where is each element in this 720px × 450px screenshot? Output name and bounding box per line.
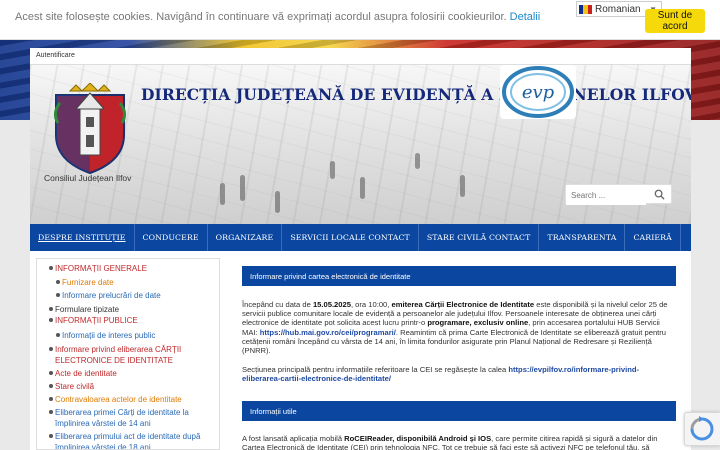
cookie-details-link[interactable]: Detalii <box>510 11 541 23</box>
decorative-figure <box>220 183 225 205</box>
sidebar-item-primul-act-18[interactable]: Eliberarea primului act de identitate du… <box>49 431 219 449</box>
date-text: 15.05.2025 <box>312 300 351 309</box>
paragraph-cei-section: Secțiunea principală pentru informațiile… <box>242 365 676 383</box>
paragraph-cei-info: Începând cu data de 15.05.2025, ora 10:0… <box>242 300 676 355</box>
decorative-figure <box>275 191 280 213</box>
evp-logo-icon: evp <box>502 66 574 118</box>
paragraph-roceireader: A fost lansată aplicația mobilă RoCEIRea… <box>242 434 676 450</box>
recaptcha-icon <box>690 416 714 441</box>
logo-text: evp <box>522 82 555 103</box>
sidebar-item-informatii-interes-public[interactable]: Informații de interes public <box>56 330 219 341</box>
sidebar-item-formulare-tipizate[interactable]: Formulare tipizate <box>49 304 219 315</box>
login-link[interactable]: Autentificare <box>36 52 75 59</box>
evp-logo[interactable]: evp <box>500 65 576 119</box>
county-crest-icon[interactable] <box>50 83 130 175</box>
hub-mai-link[interactable]: https://hub.mai.gov.ro/cei/programari/ <box>260 328 396 337</box>
bold-text: programare, exclusiv online <box>427 318 529 328</box>
romania-flag-icon <box>579 4 592 14</box>
site-header: Consiliul Județean Ilfov DIRECȚIA JUDEȚE… <box>30 65 691 224</box>
sidebar-item-informare-prelucrari[interactable]: Informare prelucrări de date <box>56 290 219 301</box>
text: , ora 10:00, <box>350 300 392 309</box>
search-input[interactable] <box>566 186 646 205</box>
sidebar-item-informatii-generale[interactable]: INFORMAȚII GENERALE <box>49 263 219 274</box>
nav-despre-institutie[interactable]: DESPRE INSTITUȚIE <box>30 224 135 251</box>
cookie-message: Acest site folosește cookies. Navigând î… <box>15 11 540 23</box>
sidebar-item-informare-cei[interactable]: Informare privind eliberarea CĂRȚII ELEC… <box>49 344 219 366</box>
text: Începând cu data de <box>242 300 313 309</box>
nav-organizare[interactable]: ORGANIZARE <box>208 224 283 251</box>
sidebar-item-contravaloare[interactable]: Contravaloarea actelor de identitate <box>49 394 219 405</box>
nav-conducere[interactable]: CONDUCERE <box>135 224 208 251</box>
sidebar-item-prima-carte-14[interactable]: Eliberarea primei Cărți de identitate la… <box>49 407 219 429</box>
decorative-figure <box>240 175 245 201</box>
language-label: Romanian <box>595 3 641 15</box>
main-content: Informare privind cartea electronică de … <box>242 266 676 450</box>
decorative-figure <box>330 161 335 179</box>
recaptcha-badge[interactable] <box>684 412 720 446</box>
cookie-text: Acest site folosește cookies. Navigând î… <box>15 11 507 23</box>
section-heading-cei: Informare privind cartea electronică de … <box>242 266 676 286</box>
decorative-figure <box>460 175 465 197</box>
cookie-agree-button[interactable]: Sunt de acord <box>645 9 705 33</box>
nav-transparenta[interactable]: TRANSPARENTA <box>539 224 626 251</box>
search-box <box>565 184 672 205</box>
sidebar-item-stare-civila[interactable]: Stare civilă <box>49 381 219 392</box>
sidebar-item-furnizare-date[interactable]: Furnizare date <box>56 277 219 288</box>
section-heading-info-utile: Informații utile <box>242 400 676 421</box>
nav-servicii-locale-contact[interactable]: SERVICII LOCALE CONTACT <box>282 224 419 251</box>
text: Secțiunea principală pentru informațiile… <box>242 365 509 375</box>
sidebar-item-informatii-publice[interactable]: INFORMAȚII PUBLICE <box>49 315 219 326</box>
page-container: Autentificare Consiliul Județean Ilfov D… <box>30 48 691 450</box>
crest-label: Consiliul Județean Ilfov <box>44 173 132 183</box>
nav-stare-civila-contact[interactable]: STARE CIVILĂ CONTACT <box>419 224 540 251</box>
decorative-figure <box>415 153 420 169</box>
sidebar-item-acte-identitate[interactable]: Acte de identitate <box>49 368 219 379</box>
sidebar-menu: INFORMAȚII GENERALE Furnizare date Infor… <box>36 258 220 450</box>
cookie-banner: Acest site folosește cookies. Navigând î… <box>0 0 720 40</box>
bold-text: emiterea Cărții Electronice de Identitat… <box>391 300 535 309</box>
text: A fost lansată aplicația mobilă <box>242 433 345 443</box>
decorative-figure <box>360 177 365 199</box>
bold-text: RoCEIReader, disponibilă Android și IOS <box>344 433 492 443</box>
nav-cariera[interactable]: CARIERĂ <box>625 224 681 251</box>
site-title[interactable]: DIRECȚIA JUDEȚEANĂ DE EVIDENȚĂ A PERSOAN… <box>141 85 691 104</box>
top-bar: Autentificare <box>30 48 691 65</box>
search-icon[interactable] <box>654 189 665 200</box>
main-navigation: DESPRE INSTITUȚIE CONDUCERE ORGANIZARE S… <box>30 224 691 251</box>
